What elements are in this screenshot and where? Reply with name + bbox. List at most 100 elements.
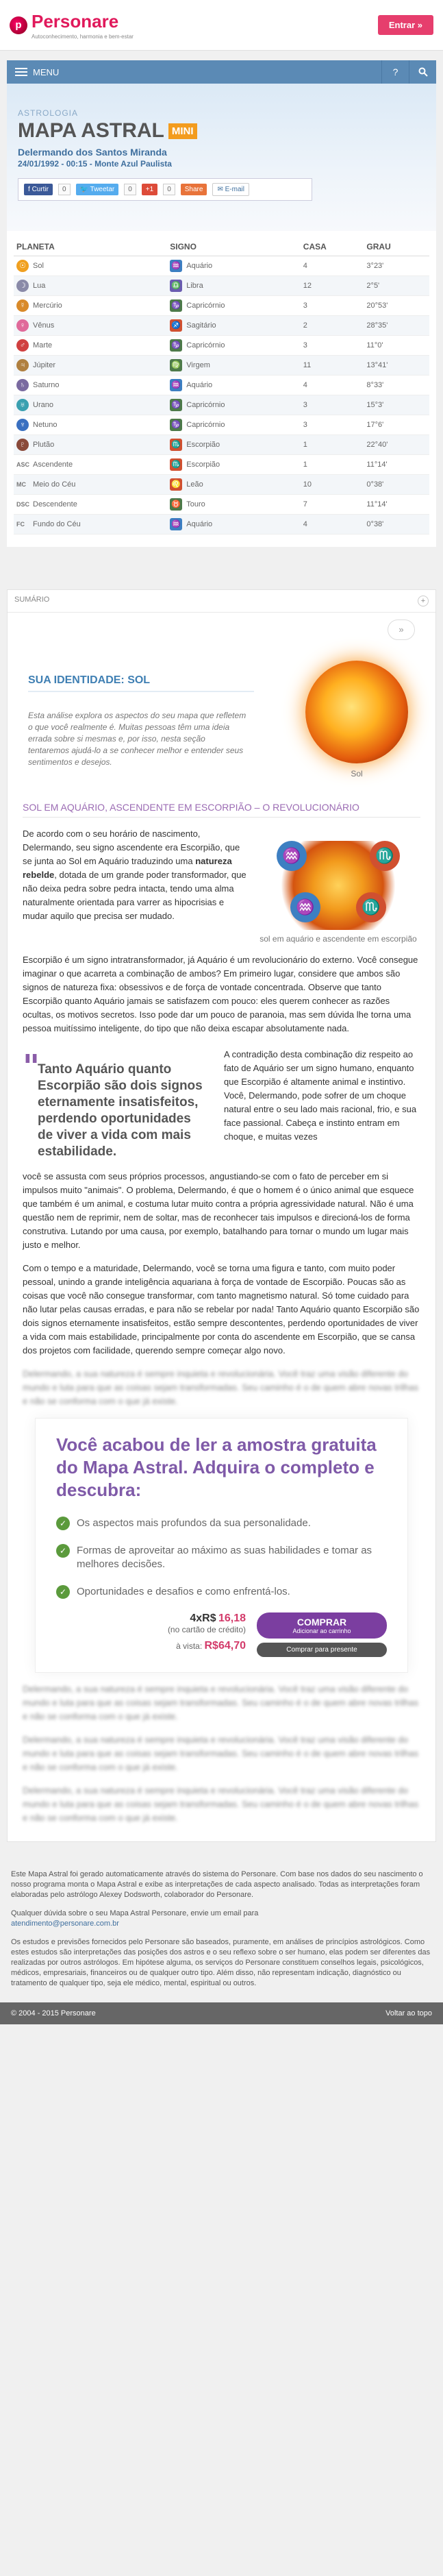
logo[interactable]: p Personare Autoconhecimento, harmonia e…: [10, 11, 134, 40]
buy-sublabel: Adicionar ao carrinho: [292, 1628, 351, 1634]
planet-name: Fundo do Céu: [33, 520, 81, 528]
planet-name: Ascendente: [33, 461, 73, 469]
paragraph-text: , dotada de um grande poder transformado…: [23, 870, 246, 921]
identity-intro: Esta análise explora os aspectos do seu …: [28, 711, 246, 767]
degree-cell: 8°33': [364, 375, 429, 395]
planet-cell: ♆ Netuno: [14, 415, 168, 435]
logo-tagline: Autoconhecimento, harmonia e bem-estar: [31, 33, 134, 40]
back-to-top-link[interactable]: Voltar ao topo: [385, 2009, 432, 2017]
sign-icon: ♏: [170, 439, 183, 451]
planet-icon: ♅: [16, 399, 29, 411]
share-button[interactable]: Share: [180, 184, 207, 195]
aquarius-icon: ♒: [277, 841, 307, 871]
quote-text: Tanto Aquário quanto Escorpião são dois …: [38, 1062, 203, 1159]
summary-label: SUMÁRIO: [14, 596, 50, 604]
table-row: ♄ Saturno ♒ Aquário 4 8°33': [14, 375, 429, 395]
house-cell: 3: [300, 295, 364, 316]
search-button[interactable]: [409, 60, 436, 84]
table-row: ☿ Mercúrio ♑ Capricórnio 3 20°53': [14, 295, 429, 316]
planet-cell: FC Fundo do Céu: [14, 514, 168, 535]
sign-cell: ♐ Sagitário: [167, 315, 301, 336]
page-title: MAPA ASTRAL MINI: [18, 119, 425, 143]
sign-cell: ♍ Virgem: [167, 355, 301, 376]
footer-paragraph: Qualquer dúvida sobre o seu Mapa Astral …: [11, 1909, 432, 1929]
top-header: p Personare Autoconhecimento, harmonia e…: [0, 0, 443, 51]
check-icon: ✓: [56, 1585, 70, 1599]
check-icon: ✓: [56, 1544, 70, 1558]
gift-button[interactable]: Comprar para presente: [257, 1643, 387, 1657]
sign-name: Sagitário: [186, 321, 216, 330]
help-button[interactable]: ?: [381, 60, 409, 84]
sign-icon: ♍: [170, 359, 183, 371]
sign-icon: ♒: [170, 260, 183, 272]
degree-cell: 11°14': [364, 454, 429, 475]
planet-name: Descendente: [33, 500, 77, 508]
gplus-button[interactable]: +1: [141, 184, 158, 195]
planet-cell: ♃ Júpiter: [14, 355, 168, 376]
tweet-count: 0: [124, 184, 136, 195]
col-house: CASA: [300, 238, 364, 256]
check-icon: ✓: [56, 1517, 70, 1530]
house-cell: 7: [300, 494, 364, 515]
house-cell: 4: [300, 375, 364, 395]
list-item: ✓ Oportunidades e desafios e como enfrent…: [56, 1585, 387, 1599]
planet-icon: ♆: [16, 419, 29, 431]
degree-cell: 11°0': [364, 335, 429, 356]
planet-cell: ♅ Urano: [14, 395, 168, 415]
scorpio-icon: ♏: [356, 892, 386, 922]
menu-label: MENU: [33, 66, 60, 77]
house-cell: 11: [300, 355, 364, 376]
paragraph: Escorpião é um signo intratransformador,…: [23, 955, 418, 1033]
tweet-button[interactable]: 🐦 Tweetar: [75, 184, 119, 195]
degree-cell: 28°35': [364, 315, 429, 336]
signs-caption: sol em aquário e ascendente em escorpião: [260, 934, 417, 944]
planet-cell: MC Meio do Céu: [14, 474, 168, 495]
sign-cell: ♑ Capricórnio: [167, 395, 301, 415]
facebook-like-button[interactable]: f Curtir: [24, 184, 53, 195]
upsell-list: ✓ Os aspectos mais profundos da sua perso…: [56, 1517, 387, 1599]
sign-cell: ♒ Aquário: [167, 514, 301, 535]
enter-button[interactable]: Entrar »: [377, 15, 433, 35]
sun-image: [305, 661, 408, 763]
blurred-paragraph: Delermando, a sua natureza é sempre inqu…: [23, 1369, 419, 1406]
list-item-text: Os aspectos mais profundos da sua person…: [77, 1517, 311, 1529]
degree-cell: 17°6': [364, 415, 429, 435]
share-bar: f Curtir 0 🐦 Tweetar 0 +1 0 Share ✉ E-ma…: [18, 178, 312, 201]
quote-icon: ": [23, 1048, 40, 1086]
planet-name: Mercúrio: [33, 301, 62, 310]
support-email-link[interactable]: atendimento@personare.com.br: [11, 1919, 119, 1928]
degree-cell: 22°40': [364, 434, 429, 455]
sign-icon: ♑: [170, 339, 183, 352]
sign-name: Escorpião: [186, 460, 220, 469]
summary-toggle[interactable]: SUMÁRIO +: [8, 590, 435, 613]
col-planet: PLANETA: [14, 238, 168, 256]
installments-value: 16,18: [218, 1612, 246, 1624]
sign-cell: ♑ Capricórnio: [167, 295, 301, 316]
sign-icon: ♉: [170, 498, 183, 511]
next-section-button[interactable]: »: [388, 620, 415, 640]
planet-icon: ♀: [16, 319, 29, 332]
upsell-box: Você acabou de ler a amostra gratuita do…: [35, 1418, 408, 1673]
degree-cell: 11°14': [364, 494, 429, 515]
planet-name: Meio do Céu: [33, 480, 76, 489]
planet-icon: ☽: [16, 280, 29, 292]
buy-button[interactable]: COMPRAR Adicionar ao carrinho: [257, 1612, 387, 1639]
signs-figure: ♒ ♏ ♒ ♏ sol em aquário e ascendente em e…: [256, 841, 420, 944]
planet-name: Marte: [33, 341, 53, 349]
table-row: ASC Ascendente ♏ Escorpião 1 11°14': [14, 454, 429, 475]
sign-icon: ♐: [170, 319, 183, 332]
aquarius-icon: ♒: [290, 892, 320, 922]
col-degree: GRAU: [364, 238, 429, 256]
sign-icon: ♏: [170, 458, 183, 471]
sign-cell: ♑ Capricórnio: [167, 415, 301, 435]
sign-cell: ♏ Escorpião: [167, 454, 301, 475]
menu-button[interactable]: MENU: [7, 67, 67, 77]
sign-icon: ♒: [170, 379, 183, 391]
degree-cell: 15°3': [364, 395, 429, 415]
navbar: MENU ?: [7, 60, 436, 84]
planet-icon: ☉: [16, 260, 29, 272]
planet-cell: ♄ Saturno: [14, 375, 168, 395]
planet-cell: ☉ Sol: [14, 256, 168, 276]
email-share-button[interactable]: ✉ E-mail: [212, 183, 249, 196]
house-cell: 3: [300, 335, 364, 356]
